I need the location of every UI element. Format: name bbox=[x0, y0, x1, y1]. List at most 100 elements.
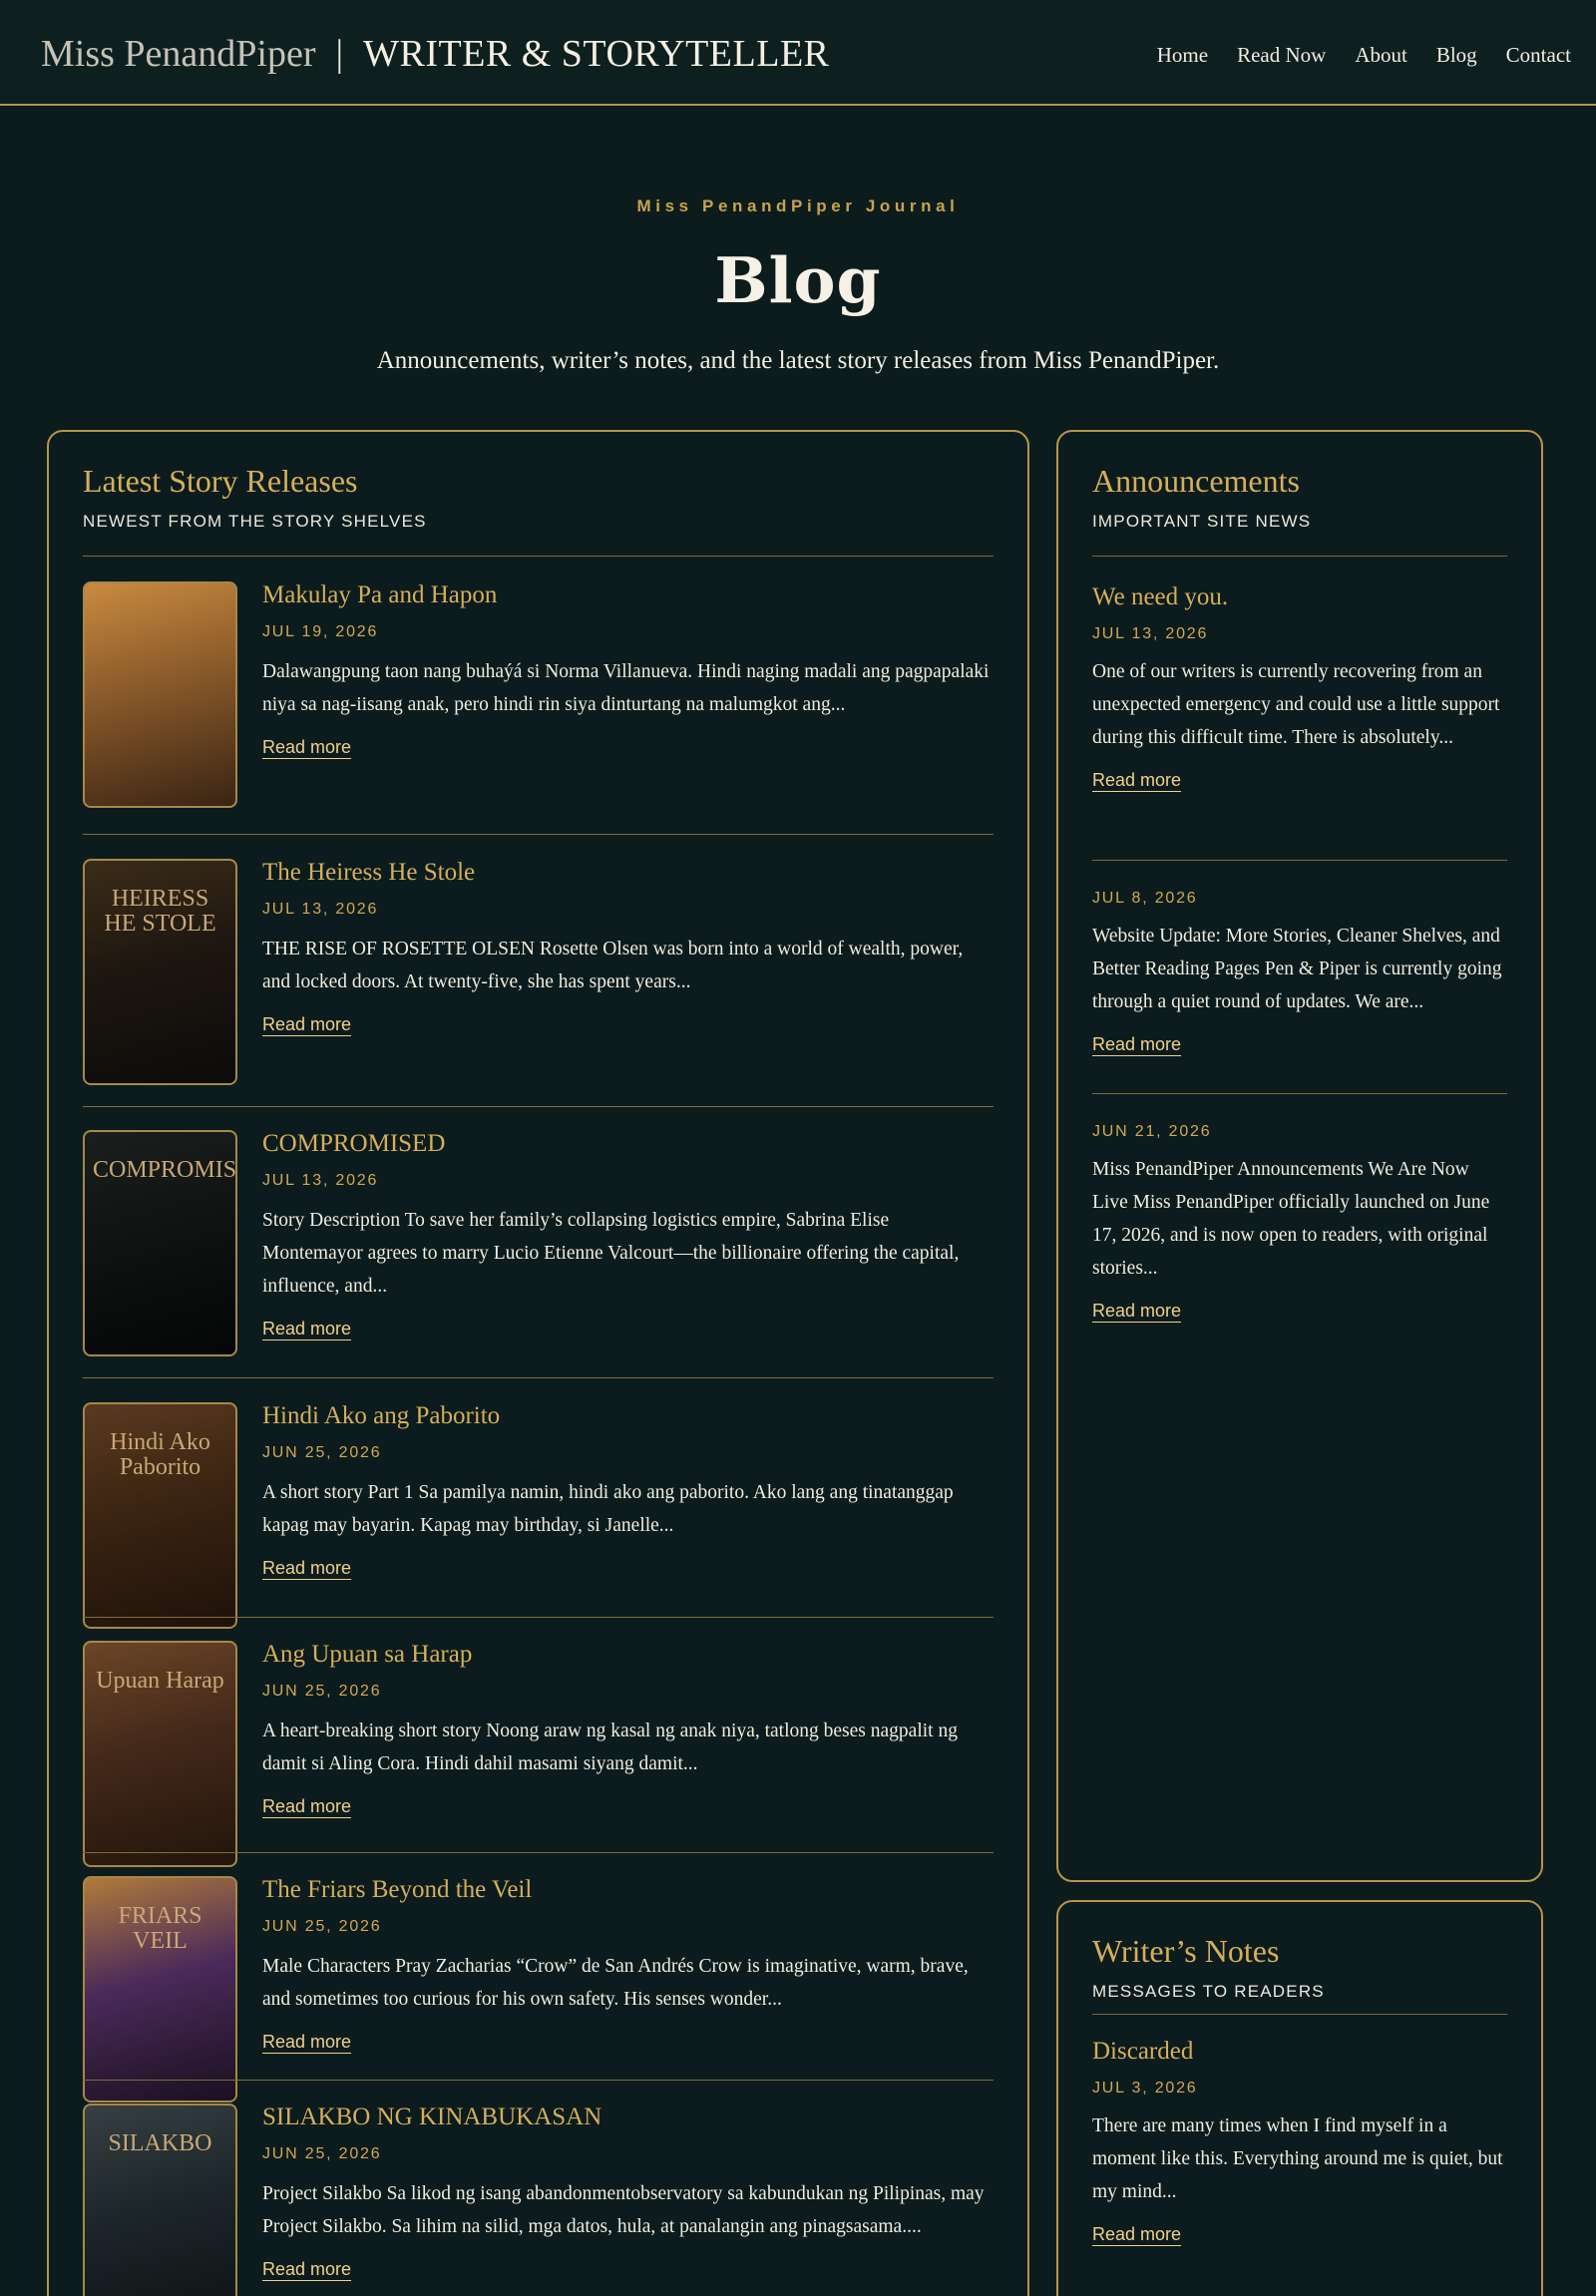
nav-read-now[interactable]: Read Now bbox=[1237, 43, 1326, 68]
main-nav: Home Read Now About Blog Contact bbox=[1157, 43, 1571, 68]
story-details: The Heiress He Stole JUL 13, 2026 THE RISE… bbox=[262, 859, 994, 1035]
story-date: JUN 25, 2026 bbox=[262, 1444, 382, 1461]
announcements-panel-subtitle: IMPORTANT SITE NEWS bbox=[1092, 512, 1312, 531]
notes-panel-title: Writer’s Notes bbox=[1092, 1933, 1280, 1969]
story-excerpt: Dalawangpung taon nang buhaýá si Norma V… bbox=[262, 661, 990, 715]
announcement-excerpt: Website Update: More Stories, Cleaner Sh… bbox=[1092, 926, 1502, 1012]
brand-name[interactable]: Miss PenandPiper bbox=[41, 33, 316, 75]
announcement-item: We need you. JUL 13, 2026 One of our write… bbox=[1092, 583, 1507, 791]
cover-title-artwork: HEIRESS HE STOLE bbox=[104, 886, 216, 938]
read-more-link[interactable]: Read more bbox=[262, 1558, 351, 1579]
read-more-link[interactable]: Read more bbox=[262, 1796, 351, 1817]
announcements-panel: Announcements IMPORTANT SITE NEWS We nee… bbox=[1056, 430, 1543, 1882]
story-divider bbox=[83, 1617, 994, 1618]
story-details: The Friars Beyond the Veil JUN 25, 2026 Ma… bbox=[262, 1876, 994, 2053]
panel-divider bbox=[1092, 556, 1507, 557]
story-cover-image[interactable]: COMPROMISED bbox=[83, 1130, 237, 1356]
read-more-link[interactable]: Read more bbox=[1092, 1301, 1181, 1322]
story-details: Ang Upuan sa Harap JUN 25, 2026 A heart-br… bbox=[262, 1641, 994, 1817]
read-more-link[interactable]: Read more bbox=[262, 2259, 351, 2280]
read-more-link[interactable]: Read more bbox=[262, 1014, 351, 1035]
nav-home[interactable]: Home bbox=[1157, 43, 1208, 68]
brand-separator: | bbox=[335, 33, 344, 75]
note-title[interactable]: Discarded bbox=[1092, 2038, 1507, 2066]
announcement-date: JUN 21, 2026 bbox=[1092, 1123, 1212, 1140]
story-date: JUL 13, 2026 bbox=[262, 1172, 379, 1189]
story-title[interactable]: Makulay Pa and Hapon bbox=[262, 581, 994, 609]
story-cover-image[interactable]: Hindi Ako Paborito bbox=[83, 1402, 237, 1629]
cover-title-artwork: SILAKBO bbox=[108, 2130, 212, 2156]
read-more-link[interactable]: Read more bbox=[262, 2032, 351, 2053]
story-divider bbox=[83, 1852, 994, 1853]
announcement-divider bbox=[1092, 860, 1507, 861]
story-divider bbox=[83, 1106, 994, 1107]
cover-title-artwork: Upuan Harap bbox=[96, 1668, 224, 1694]
story-excerpt: A short story Part 1 Sa pamilya namin, h… bbox=[262, 1482, 954, 1536]
read-more-link[interactable]: Read more bbox=[1092, 770, 1181, 791]
story-title[interactable]: Hindi Ako ang Paborito bbox=[262, 1402, 994, 1430]
read-more-link[interactable]: Read more bbox=[262, 1319, 351, 1339]
brand-tagline: WRITER & STORYTELLER bbox=[363, 33, 830, 75]
note-date: JUL 3, 2026 bbox=[1092, 2080, 1198, 2097]
story-title[interactable]: SILAKBO NG KINABUKASAN bbox=[262, 2104, 994, 2131]
story-cover-image[interactable] bbox=[83, 581, 237, 808]
story-excerpt: Male Characters Pray Zacharias “Crow” de… bbox=[262, 1956, 969, 2010]
story-title[interactable]: The Friars Beyond the Veil bbox=[262, 1876, 994, 1904]
story-date: JUL 13, 2026 bbox=[262, 901, 379, 918]
announcement-divider bbox=[1092, 1093, 1507, 1094]
story-title[interactable]: Ang Upuan sa Harap bbox=[262, 1641, 994, 1669]
announcement-title[interactable]: We need you. bbox=[1092, 583, 1507, 611]
cover-title-artwork: FRIARS VEIL bbox=[118, 1903, 202, 1955]
story-details: Makulay Pa and Hapon JUL 19, 2026 Dalawang… bbox=[262, 581, 994, 758]
top-navigation-bar: Miss PenandPiper | WRITER & STORYTELLER Ho… bbox=[0, 0, 1596, 106]
nav-about[interactable]: About bbox=[1355, 43, 1407, 68]
note-excerpt: There are many times when I find myself … bbox=[1092, 2115, 1503, 2202]
story-date: JUN 25, 2026 bbox=[262, 2145, 382, 2162]
announcement-date: JUL 13, 2026 bbox=[1092, 625, 1209, 642]
announcement-date: JUL 8, 2026 bbox=[1092, 890, 1198, 907]
page-subtitle: Announcements, writer’s notes, and the l… bbox=[376, 347, 1220, 374]
announcement-excerpt: Miss PenandPiper Announcements We Are No… bbox=[1092, 1159, 1490, 1279]
writers-notes-panel: Writer’s Notes MESSAGES TO READERS Disca… bbox=[1056, 1900, 1543, 2296]
story-cover-image[interactable]: FRIARS VEIL bbox=[83, 1876, 237, 2103]
read-more-link[interactable]: Read more bbox=[1092, 2224, 1181, 2245]
story-details: COMPROMISED JUL 13, 2026 Story Description… bbox=[262, 1130, 994, 1339]
read-more-link[interactable]: Read more bbox=[262, 737, 351, 758]
panel-divider bbox=[1092, 2014, 1507, 2015]
nav-contact[interactable]: Contact bbox=[1506, 43, 1571, 68]
site-brand[interactable]: Miss PenandPiper | WRITER & STORYTELLER bbox=[41, 32, 830, 76]
story-excerpt: THE RISE OF ROSETTE OLSEN Rosette Olsen … bbox=[262, 939, 964, 992]
latest-story-releases-panel: Latest Story Releases NEWEST FROM THE ST… bbox=[47, 430, 1029, 2296]
announcement-item: JUN 21, 2026 Miss PenandPiper Announcemen… bbox=[1092, 1123, 1507, 1322]
story-title[interactable]: COMPROMISED bbox=[262, 1130, 994, 1158]
story-details: Hindi Ako ang Paborito JUN 25, 2026 A shor… bbox=[262, 1402, 994, 1579]
story-title[interactable]: The Heiress He Stole bbox=[262, 859, 994, 887]
page-title: Blog bbox=[714, 243, 882, 317]
announcements-panel-title: Announcements bbox=[1092, 463, 1300, 499]
read-more-link[interactable]: Read more bbox=[1092, 1034, 1181, 1055]
story-date: JUN 25, 2026 bbox=[262, 1683, 382, 1700]
nav-blog[interactable]: Blog bbox=[1436, 43, 1477, 68]
stories-panel-subtitle: NEWEST FROM THE STORY SHELVES bbox=[83, 512, 427, 531]
stories-panel-title: Latest Story Releases bbox=[83, 463, 358, 499]
story-divider bbox=[83, 2080, 994, 2081]
story-cover-image[interactable]: Upuan Harap bbox=[83, 1641, 237, 1867]
story-date: JUN 25, 2026 bbox=[262, 1918, 382, 1935]
story-divider bbox=[83, 834, 994, 835]
announcement-item: JUL 8, 2026 Website Update: More Stories,… bbox=[1092, 890, 1507, 1055]
story-cover-image[interactable]: HEIRESS HE STOLE bbox=[83, 859, 237, 1085]
cover-title-artwork: COMPROMISED bbox=[93, 1157, 237, 1183]
story-details: SILAKBO NG KINABUKASAN JUN 25, 2026 Projec… bbox=[262, 2104, 994, 2280]
notes-panel-subtitle: MESSAGES TO READERS bbox=[1092, 1982, 1325, 2001]
hero-kicker: Miss PenandPiper Journal bbox=[636, 196, 960, 215]
cover-title-artwork: Hindi Ako Paborito bbox=[110, 1429, 210, 1481]
story-excerpt: A heart-breaking short story Noong araw … bbox=[262, 1721, 958, 1774]
announcement-excerpt: One of our writers is currently recoveri… bbox=[1092, 661, 1500, 748]
story-excerpt: Project Silakbo Sa likod ng isang abando… bbox=[262, 2183, 985, 2237]
panel-divider bbox=[83, 556, 994, 557]
story-excerpt: Story Description To save her family’s c… bbox=[262, 1210, 960, 1297]
story-date: JUL 19, 2026 bbox=[262, 623, 379, 640]
story-divider bbox=[83, 1377, 994, 1378]
note-item: Discarded JUL 3, 2026 There are many times… bbox=[1092, 2038, 1507, 2245]
story-cover-image[interactable]: SILAKBO bbox=[83, 2104, 237, 2296]
